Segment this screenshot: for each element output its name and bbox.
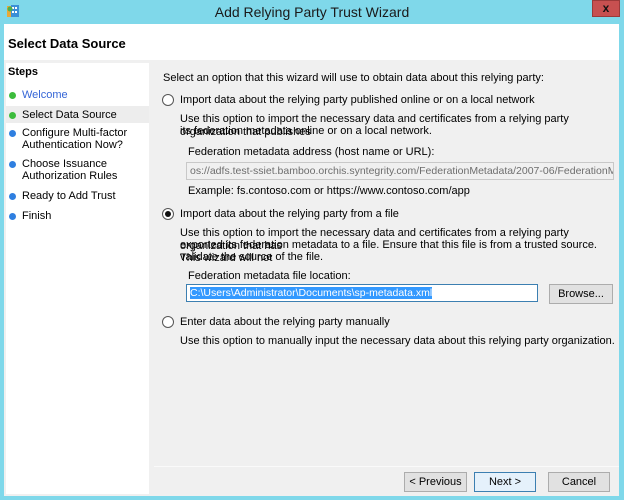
step-label: Authorization Rules [22, 170, 118, 182]
metadata-address-label: Federation metadata address (host name o… [188, 146, 435, 158]
step-pending-icon [9, 193, 16, 200]
metadata-address-input[interactable]: os://adfs.test-ssiet.bamboo.orchis.synte… [186, 162, 614, 180]
window-title: Add Relying Party Trust Wizard [214, 4, 410, 20]
file-location-input[interactable]: C:\Users\Administrator\Documents\sp-meta… [186, 284, 538, 302]
wizard-body: Steps Welcome Select Data Source Configu… [4, 60, 619, 496]
title-bar: Add Relying Party Trust Wizard x [0, 0, 624, 24]
next-button[interactable]: Next > [474, 472, 536, 492]
step-pending-icon [9, 161, 16, 168]
step-label: Authentication Now? [22, 139, 123, 151]
step-done-icon [9, 92, 16, 99]
step-label: Configure Multi-factor [22, 127, 128, 139]
browse-button[interactable]: Browse... [549, 284, 613, 304]
option-file-desc-3: validate the source of the file. [180, 251, 324, 263]
page-header: Select Data Source [4, 24, 619, 60]
close-button[interactable]: x [592, 0, 620, 17]
step-label: Finish [22, 210, 52, 222]
cancel-button[interactable]: Cancel [548, 472, 610, 492]
option-online-desc-2: its federation metadata online or on a l… [180, 125, 432, 137]
radio-import-file-label[interactable]: Import data about the relying party from… [180, 208, 399, 221]
file-location-value: C:\Users\Administrator\Documents\sp-meta… [190, 287, 433, 299]
step-issuance-rules: Choose Issuance Authorization Rules [6, 158, 149, 184]
footer-divider [154, 466, 619, 467]
step-label: Welcome [22, 89, 68, 101]
step-pending-icon [9, 213, 16, 220]
previous-button[interactable]: < Previous [404, 472, 467, 492]
step-pending-icon [9, 130, 16, 137]
step-label: Choose Issuance [22, 158, 107, 170]
steps-title: Steps [8, 66, 38, 78]
steps-panel: Steps Welcome Select Data Source Configu… [6, 63, 149, 494]
prompt-text: Select an option that this wizard will u… [163, 72, 544, 84]
step-label: Select Data Source [22, 109, 117, 121]
step-welcome[interactable]: Welcome [6, 87, 149, 103]
step-select-data-source: Select Data Source [6, 106, 149, 123]
step-label: Ready to Add Trust [22, 190, 116, 202]
step-ready: Ready to Add Trust [6, 190, 149, 204]
radio-manual[interactable] [162, 316, 174, 328]
metadata-address-example: Example: fs.contoso.com or https://www.c… [188, 185, 470, 197]
step-finish: Finish [6, 210, 149, 224]
radio-import-file[interactable] [162, 208, 174, 220]
radio-manual-label[interactable]: Enter data about the relying party manua… [180, 316, 390, 329]
step-configure-mfa: Configure Multi-factor Authentication No… [6, 127, 149, 153]
page-title: Select Data Source [8, 36, 126, 51]
radio-import-online-label[interactable]: Import data about the relying party publ… [180, 94, 535, 107]
main-panel: Select an option that this wizard will u… [154, 60, 619, 466]
file-location-label: Federation metadata file location: [188, 270, 351, 282]
option-manual-desc: Use this option to manually input the ne… [180, 335, 615, 347]
radio-import-online[interactable] [162, 94, 174, 106]
step-done-icon [9, 112, 16, 119]
